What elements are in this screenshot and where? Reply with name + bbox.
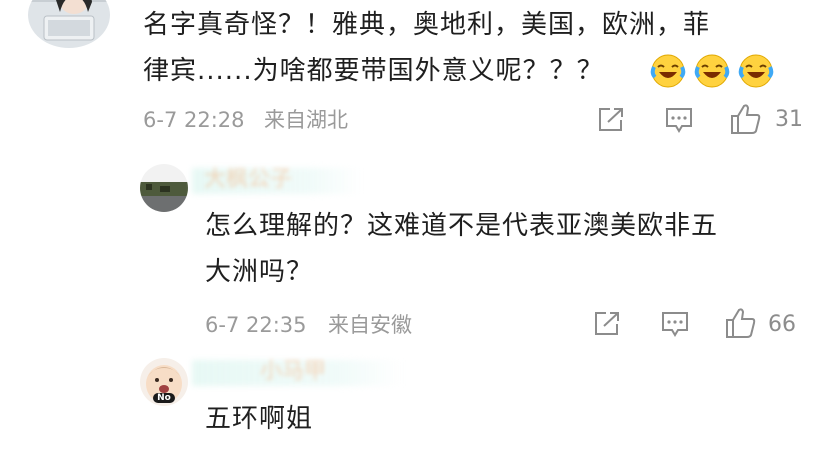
laughing-crying-emoji <box>650 54 686 88</box>
laughing-crying-emoji <box>738 54 774 88</box>
avatar[interactable]: No <box>140 358 188 406</box>
reply-text-line-2: 大洲吗？ <box>205 257 314 287</box>
reply-location: 来自安徽 <box>328 313 412 337</box>
share-icon[interactable] <box>592 310 622 338</box>
reply-text-line-1: 怎么理解的？这难道不是代表亚澳美欧非五 <box>205 211 719 241</box>
comment-icon[interactable] <box>660 310 690 338</box>
reply-text-line-1: 五环啊姐 <box>205 404 314 434</box>
comment-icon[interactable] <box>664 106 694 134</box>
reply-author[interactable]: 大枫公子 <box>204 168 292 192</box>
share-icon[interactable] <box>596 106 626 134</box>
reply-time: 6-7 22:35 <box>205 313 307 337</box>
like-count: 31 <box>775 107 803 132</box>
thumbs-up-icon[interactable] <box>724 307 758 339</box>
laughing-crying-emoji <box>694 54 730 88</box>
avatar[interactable] <box>28 0 110 48</box>
thumbs-up-icon[interactable] <box>729 103 763 135</box>
avatar-badge: No <box>157 393 171 403</box>
like-count: 66 <box>768 312 796 337</box>
comment-time: 6-7 22:28 <box>143 108 245 132</box>
comment-location: 来自湖北 <box>264 108 348 132</box>
reply-author[interactable]: 小马甲 <box>260 360 326 384</box>
comment-text-line-2: 律宾......为啥都要带国外意义呢？？？ <box>143 56 604 86</box>
comment-text-line-1: 名字真奇怪？！雅典，奥地利，美国，欧洲，菲 <box>143 10 711 40</box>
avatar[interactable] <box>140 164 188 212</box>
